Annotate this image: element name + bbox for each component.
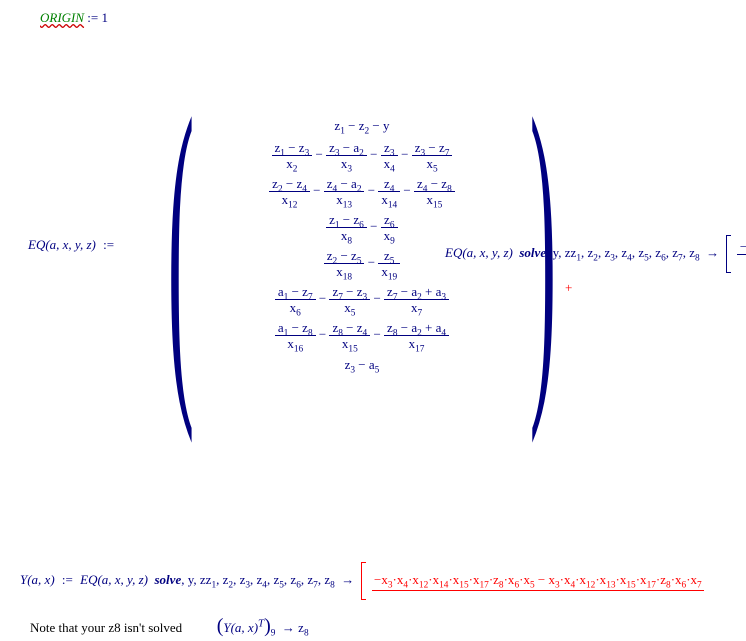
matrix-row-2: z1 − z3x2 − z3 − a2x3 − z3x4 − z3 − z7x5 [244, 141, 479, 170]
left-paren: ( [168, 60, 194, 430]
solve-args: , y, z [546, 245, 570, 260]
solve-expression-1: EQ(a, x, y, z) solve, y, zz1, z2, z3, z4… [445, 235, 746, 273]
origin-value: 1 [102, 10, 109, 25]
solve-args: , y, z [181, 572, 205, 587]
result-fragment: −x3· [737, 240, 746, 269]
plus-icon: + [565, 280, 572, 296]
origin-definition: ORIGIN := 1 [40, 10, 108, 26]
arrow: → [706, 245, 719, 260]
eq-lhs: EQ(a, x, y, z) [28, 237, 96, 252]
matrix-row-6: a1 − z7x6 − z7 − z3x5 − z7 − a2 + a3x7 [244, 285, 479, 314]
arrow: → [341, 572, 354, 587]
eq-call: EQ(a, x, y, z) [80, 572, 148, 587]
solve-z-subs: z1, z2, z3, z4, z5, z6, z7, z8 [571, 245, 700, 260]
solve-keyword: solve [155, 572, 182, 587]
origin-keyword: ORIGIN [40, 10, 84, 25]
matrix-row-8: z3 − a5 [244, 357, 479, 373]
matrix-row-3: z2 − z4x12 − z4 − a2x13 − z4x14 − z4 − z… [244, 177, 479, 206]
matrix-row-7: a1 − z8x16 − z8 − z4x15 − z8 − a2 + a4x1… [244, 321, 479, 350]
matrix-row-1: z1 − z2 − y [244, 118, 479, 134]
left-bracket-icon [361, 562, 366, 600]
y-result-fraction: −x3·x4·x12·x14·x15·x17·z8·x6·x5 − x3·x4·… [372, 572, 704, 591]
solve-z-subs-2: z1, z2, z3, z4, z5, z6, z7, z8 [206, 572, 335, 587]
y-lhs: Y(a, x) [20, 572, 55, 587]
note-text: Note that your z8 isn't solved [30, 620, 182, 635]
note-expression: (Y(a, x)T)9 → z8 [217, 620, 309, 635]
assign-op: := [58, 572, 77, 587]
left-bracket-icon [726, 235, 731, 273]
eq-call: EQ(a, x, y, z) [445, 245, 513, 260]
assign-op: := [87, 10, 98, 25]
note-line: Note that your z8 isn't solved (Y(a, x)T… [30, 615, 309, 638]
solve-keyword: solve [519, 245, 546, 260]
y-definition: Y(a, x) := EQ(a, x, y, z) solve, y, zz1,… [20, 562, 704, 600]
assign-op: := [99, 237, 118, 252]
